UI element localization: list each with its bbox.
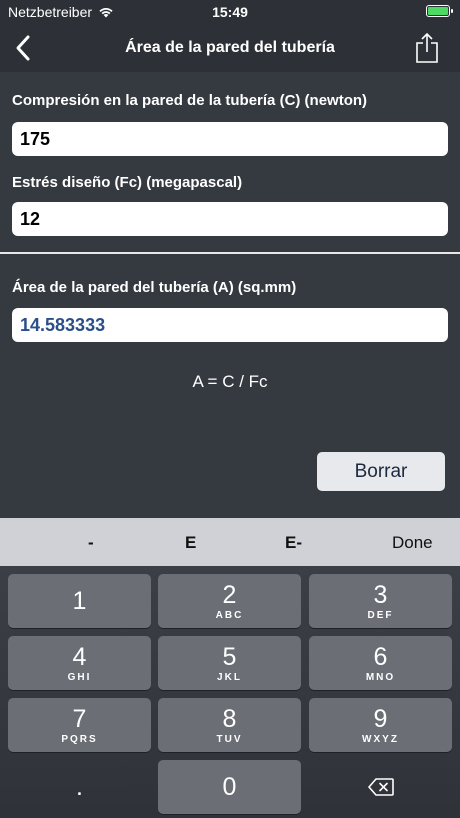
exponent-key[interactable]: E [185,533,196,553]
area-label: Área de la pared del tubería (A) (sq.mm) [12,279,297,296]
key-1[interactable]: 1 [8,574,151,628]
keyboard-accessory-bar: - E E- Done [0,518,460,566]
compression-label: Compresión en la pared de la tubería (C)… [12,92,368,109]
area-result-field[interactable]: 14.583333 [12,308,448,342]
key-0[interactable]: 0 [158,760,301,814]
stress-label: Estrés diseño (Fc) (megapascal) [12,174,243,191]
nav-bar: Área de la pared del tubería [0,24,460,72]
key-5[interactable]: 5 JKL [158,636,301,690]
key-8[interactable]: 8 TUV [158,698,301,752]
done-button[interactable]: Done [392,533,433,553]
backspace-icon [367,778,394,796]
back-chevron-icon[interactable] [12,34,36,62]
numeric-keypad: 1 2 ABC 3 DEF 4 GHI 5 JKL 6 MNO 7 PQRS 8… [0,566,460,818]
key-2[interactable]: 2 ABC [158,574,301,628]
key-3[interactable]: 3 DEF [309,574,452,628]
calculator-form: Compresión en la pared de la tubería (C)… [0,72,460,518]
key-4[interactable]: 4 GHI [8,636,151,690]
negative-exponent-key[interactable]: E- [285,533,302,553]
key-7[interactable]: 7 PQRS [8,698,151,752]
clear-button[interactable]: Borrar [317,452,445,491]
status-bar: Netzbetreiber 15:49 [0,0,460,24]
status-time: 15:49 [212,4,248,20]
decimal-key[interactable]: . [8,760,151,814]
stress-input[interactable]: 12 [12,202,448,236]
backspace-key[interactable] [309,760,452,814]
section-divider [0,252,460,254]
compression-input[interactable]: 175 [12,122,448,156]
share-icon[interactable] [414,32,440,64]
page-title: Área de la pared del tubería [125,39,335,56]
formula-text: A = C / Fc [192,372,268,391]
minus-key[interactable]: - [88,533,94,553]
battery-icon [426,5,453,17]
key-9[interactable]: 9 WXYZ [309,698,452,752]
key-6[interactable]: 6 MNO [309,636,452,690]
